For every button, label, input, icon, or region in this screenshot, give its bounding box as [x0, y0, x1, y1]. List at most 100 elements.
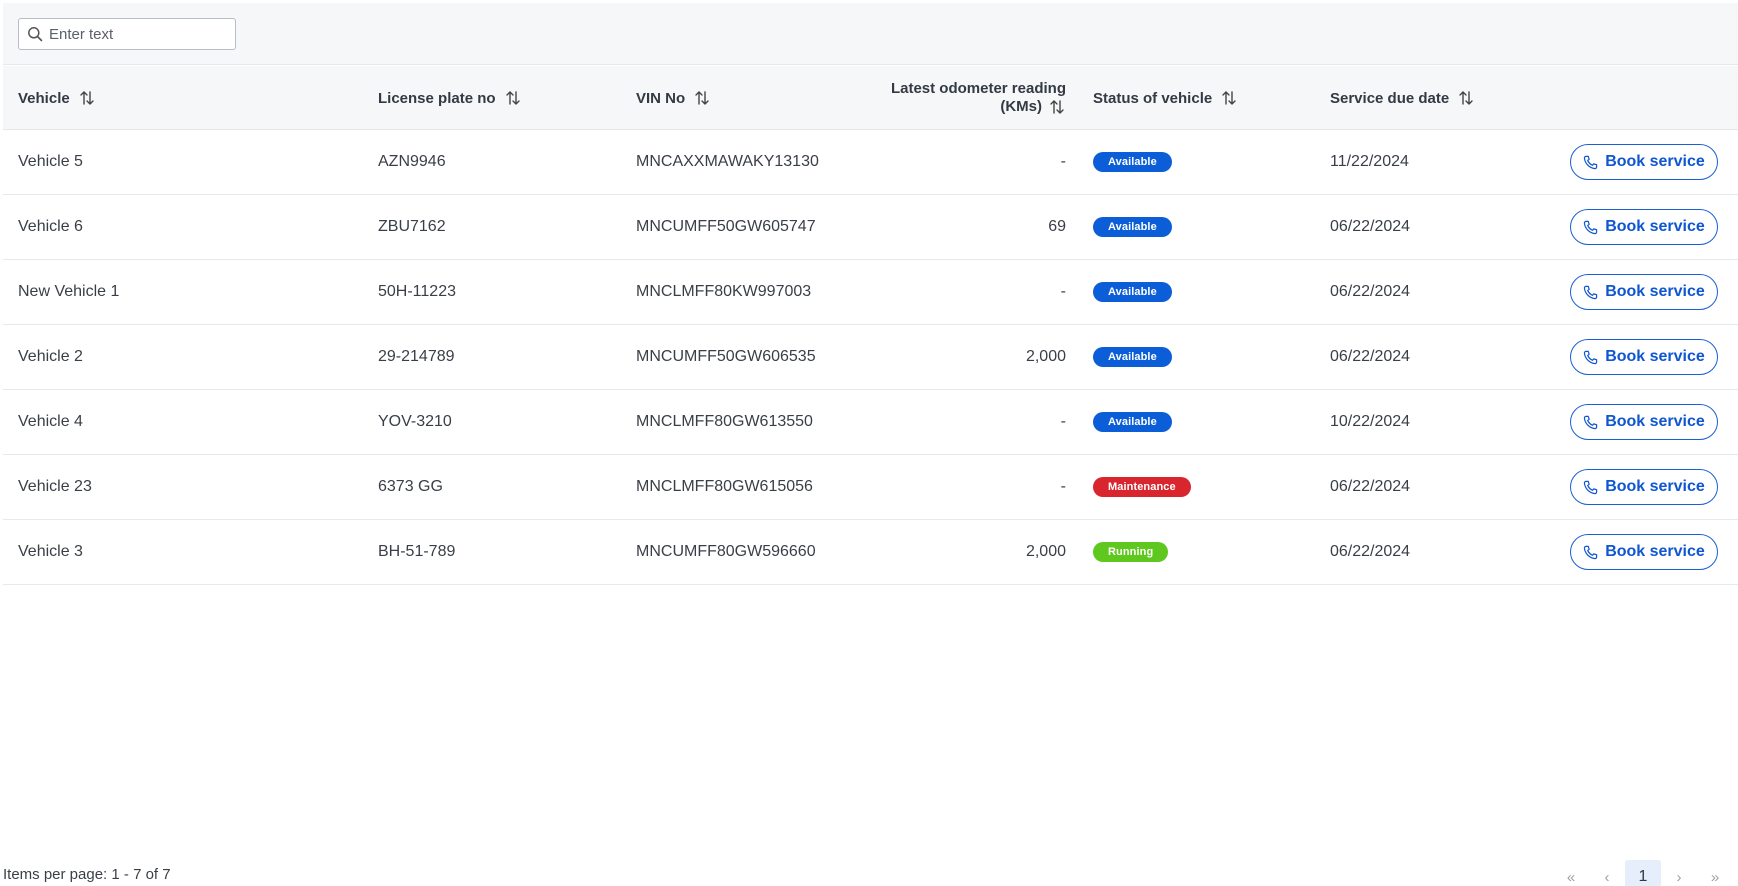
book-service-button[interactable]: Book service	[1570, 469, 1718, 505]
odometer-cell: -	[1060, 413, 1066, 430]
status-badge: Maintenance	[1093, 477, 1191, 497]
phone-icon	[1583, 220, 1598, 234]
action-cell: Book service	[1570, 130, 1718, 194]
table-header: Vehicle License plate no VIN No Latest o…	[3, 66, 1738, 130]
status-badge: Available	[1093, 217, 1172, 237]
sort-icon[interactable]	[693, 89, 711, 107]
book-service-button[interactable]: Book service	[1570, 274, 1718, 310]
book-service-button[interactable]: Book service	[1570, 339, 1718, 375]
table-row: Vehicle 4 YOV-3210 MNCLMFF80GW613550 - A…	[3, 390, 1738, 455]
table-body: Vehicle 5 AZN9946 MNCAXXMAWAKY13130 - Av…	[3, 130, 1738, 585]
vehicle-name-cell: Vehicle 2	[18, 348, 83, 365]
vehicle-name-cell: Vehicle 3	[18, 543, 83, 560]
vin-cell: MNCLMFF80GW615056	[636, 478, 813, 495]
column-header-label: Status of vehicle	[1093, 89, 1213, 107]
action-cell: Book service	[1570, 520, 1718, 584]
license-plate-cell: YOV-3210	[378, 413, 452, 430]
book-service-button[interactable]: Book service	[1570, 534, 1718, 570]
odometer-header-text: Latest odometer reading (KMs)	[891, 80, 1066, 116]
vin-cell: MNCLMFF80KW997003	[636, 283, 812, 300]
search-input[interactable]	[49, 25, 229, 43]
next-page-button[interactable]: ›	[1661, 860, 1697, 886]
status-badge: Available	[1093, 282, 1172, 302]
last-page-button[interactable]: »	[1697, 860, 1733, 886]
vin-cell: MNCUMFF50GW606535	[636, 348, 816, 365]
column-header-license-plate[interactable]: License plate no	[378, 66, 522, 130]
service-due-cell: 06/22/2024	[1330, 348, 1411, 365]
phone-icon	[1583, 415, 1598, 429]
current-page-button[interactable]: 1	[1625, 860, 1661, 886]
status-badge: Available	[1093, 152, 1172, 172]
license-plate-cell: 6373 GG	[378, 478, 443, 495]
service-due-cell: 10/22/2024	[1330, 413, 1411, 430]
license-plate-cell: 29-214789	[378, 348, 455, 365]
book-service-label: Book service	[1605, 348, 1705, 365]
sort-icon[interactable]	[504, 89, 522, 107]
prev-page-button[interactable]: ‹	[1589, 860, 1625, 886]
vehicle-name-cell: Vehicle 23	[18, 478, 92, 495]
vehicle-name-cell: Vehicle 4	[18, 413, 83, 430]
status-badge: Available	[1093, 412, 1172, 432]
vin-cell: MNCLMFF80GW613550	[636, 413, 813, 430]
license-plate-cell: ZBU7162	[378, 218, 446, 235]
action-cell: Book service	[1570, 390, 1718, 454]
table-row: Vehicle 23 6373 GG MNCLMFF80GW615056 - M…	[3, 455, 1738, 520]
odometer-header-line2: (KMs)	[1000, 98, 1066, 116]
sort-icon[interactable]	[1220, 89, 1238, 107]
odometer-cell: -	[1060, 283, 1066, 300]
sort-icon[interactable]	[1048, 98, 1066, 116]
license-plate-cell: AZN9946	[378, 153, 446, 170]
action-cell: Book service	[1570, 325, 1718, 389]
first-page-button[interactable]: «	[1553, 860, 1589, 886]
book-service-label: Book service	[1605, 218, 1705, 235]
column-header-vin[interactable]: VIN No	[636, 66, 711, 130]
phone-icon	[1583, 285, 1598, 299]
pagination: « ‹ 1 › »	[1553, 860, 1733, 886]
odometer-cell: -	[1060, 153, 1066, 170]
column-header-label: License plate no	[378, 89, 496, 107]
column-header-label: Latest odometer reading	[890, 80, 1066, 97]
table-row: New Vehicle 1 50H-11223 MNCLMFF80KW99700…	[3, 260, 1738, 325]
status-badge: Available	[1093, 347, 1172, 367]
service-due-cell: 06/22/2024	[1330, 283, 1411, 300]
book-service-label: Book service	[1605, 478, 1705, 495]
vin-cell: MNCUMFF80GW596660	[636, 543, 816, 560]
service-due-cell: 11/22/2024	[1330, 153, 1409, 170]
column-header-status[interactable]: Status of vehicle	[1093, 66, 1238, 130]
status-cell: Available	[1093, 390, 1172, 454]
column-header-odometer[interactable]: Latest odometer reading (KMs)	[843, 66, 1066, 130]
status-cell: Available	[1093, 325, 1172, 389]
table-toolbar	[3, 3, 1738, 65]
column-header-label: VIN No	[636, 89, 686, 107]
sort-icon[interactable]	[78, 89, 96, 107]
status-cell: Maintenance	[1093, 455, 1191, 519]
phone-icon	[1583, 155, 1598, 169]
table-row: Vehicle 6 ZBU7162 MNCUMFF50GW605747 69 A…	[3, 195, 1738, 260]
column-header-service-due[interactable]: Service due date	[1330, 66, 1475, 130]
status-cell: Available	[1093, 260, 1172, 324]
vin-cell: MNCUMFF50GW605747	[636, 218, 816, 235]
book-service-label: Book service	[1605, 153, 1705, 170]
odometer-cell: 2,000	[1025, 348, 1066, 365]
action-cell: Book service	[1570, 195, 1718, 259]
license-plate-cell: 50H-11223	[378, 283, 456, 300]
vehicle-name-cell: Vehicle 6	[18, 218, 83, 235]
search-box[interactable]	[18, 18, 236, 50]
column-header-vehicle[interactable]: Vehicle	[18, 66, 96, 130]
service-due-cell: 06/22/2024	[1330, 543, 1411, 560]
book-service-button[interactable]: Book service	[1570, 144, 1718, 180]
book-service-label: Book service	[1605, 283, 1705, 300]
vehicle-name-cell: Vehicle 5	[18, 153, 83, 170]
column-header-label-unit: (KMs)	[1000, 98, 1042, 115]
action-cell: Book service	[1570, 455, 1718, 519]
search-icon	[28, 27, 43, 42]
book-service-label: Book service	[1605, 413, 1705, 430]
vehicle-list-page: Vehicle License plate no VIN No	[0, 0, 1738, 886]
table-row: Vehicle 2 29-214789 MNCUMFF50GW606535 2,…	[3, 325, 1738, 390]
odometer-cell: 69	[1048, 218, 1066, 235]
status-cell: Available	[1093, 130, 1172, 194]
column-header-label: Service due date	[1330, 89, 1450, 107]
book-service-button[interactable]: Book service	[1570, 404, 1718, 440]
sort-icon[interactable]	[1457, 89, 1475, 107]
book-service-button[interactable]: Book service	[1570, 209, 1718, 245]
